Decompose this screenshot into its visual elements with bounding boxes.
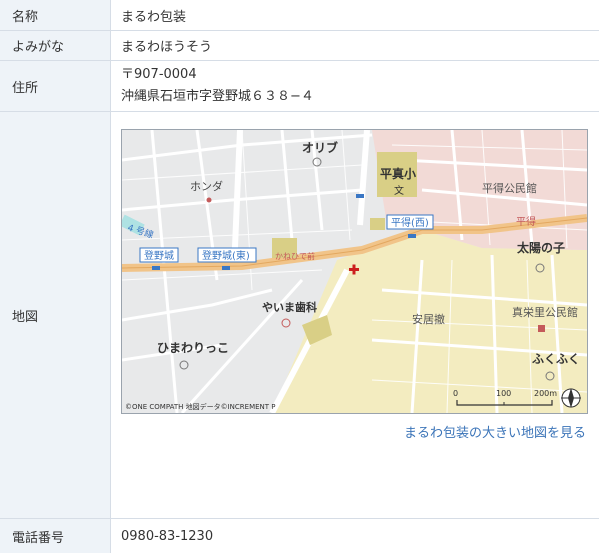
- value-kana: まるわほうそう: [121, 40, 213, 55]
- label-phone: 電話番号: [0, 519, 111, 553]
- honda-pin-icon: [206, 197, 212, 203]
- label-agaribaru: 安居撤: [412, 312, 445, 326]
- label-kawa-mae: かねひで前: [275, 251, 315, 261]
- label-himawari: ひまわりっこ: [157, 341, 229, 355]
- large-map-link[interactable]: まるわ包装の大きい地図を見る: [404, 422, 586, 441]
- row-phone: 電話番号 0980-83-1230: [0, 519, 599, 553]
- postal-code: 〒907-0004: [121, 67, 197, 82]
- label-tonoshiro-higashi: 登野城(東): [202, 249, 250, 262]
- value-phone: 0980-83-1230: [121, 528, 214, 544]
- label-taiyo: 太陽の子: [517, 240, 565, 255]
- label-fukufuku: ふくふく: [532, 352, 580, 366]
- scale-label-100: 100: [496, 389, 511, 398]
- scale-label-200: 200m: [534, 389, 557, 398]
- label-heitoku-nishi: 平得(西): [391, 217, 429, 229]
- value-address: 〒907-0004 沖縄県石垣市字登野城６３８−４: [111, 61, 599, 111]
- label-yaima-dental: やいま歯科: [262, 300, 317, 314]
- label-heitoku: 平得: [516, 216, 536, 228]
- label-heitoku-hall: 平得公民館: [482, 181, 537, 195]
- label-hirama-school: 平真小: [380, 166, 416, 181]
- school-icon: 文: [394, 184, 404, 197]
- location-map[interactable]: 4 号線 オリブ ホンダ 平真小 文 平得公民館 平得 太陽の子 かねひで前 や…: [121, 129, 588, 414]
- row-map: 地図 4 号線 オリブ ホンダ 平真小 文 平得公民館 平得 太陽の子 かねひで…: [0, 112, 599, 519]
- label-name: 名称: [0, 0, 111, 30]
- label-maeezato-hall: 真栄里公民館: [512, 305, 578, 319]
- label-honda: ホンダ: [190, 179, 223, 193]
- map-copyright: ©ONE COMPATH 地図データ©INCREMENT P: [125, 402, 276, 411]
- value-name: まるわ包装: [121, 9, 187, 25]
- maeezato-icon: [538, 325, 545, 332]
- label-kana: よみがな: [0, 31, 111, 60]
- row-address: 住所 〒907-0004 沖縄県石垣市字登野城６３８−４: [0, 61, 599, 112]
- label-tonoshiro: 登野城: [144, 249, 174, 262]
- label-address: 住所: [0, 61, 111, 111]
- row-name: 名称 まるわ包装: [0, 0, 599, 31]
- label-map: 地図: [0, 112, 111, 518]
- map-canvas[interactable]: 4 号線 オリブ ホンダ 平真小 文 平得公民館 平得 太陽の子 かねひで前 や…: [122, 130, 587, 413]
- small-park: [370, 218, 385, 230]
- address-line: 沖縄県石垣市字登野城６３８−４: [121, 89, 314, 104]
- label-olive: オリブ: [302, 140, 338, 155]
- scale-label-0: 0: [453, 389, 458, 398]
- row-kana: よみがな まるわほうそう: [0, 31, 599, 61]
